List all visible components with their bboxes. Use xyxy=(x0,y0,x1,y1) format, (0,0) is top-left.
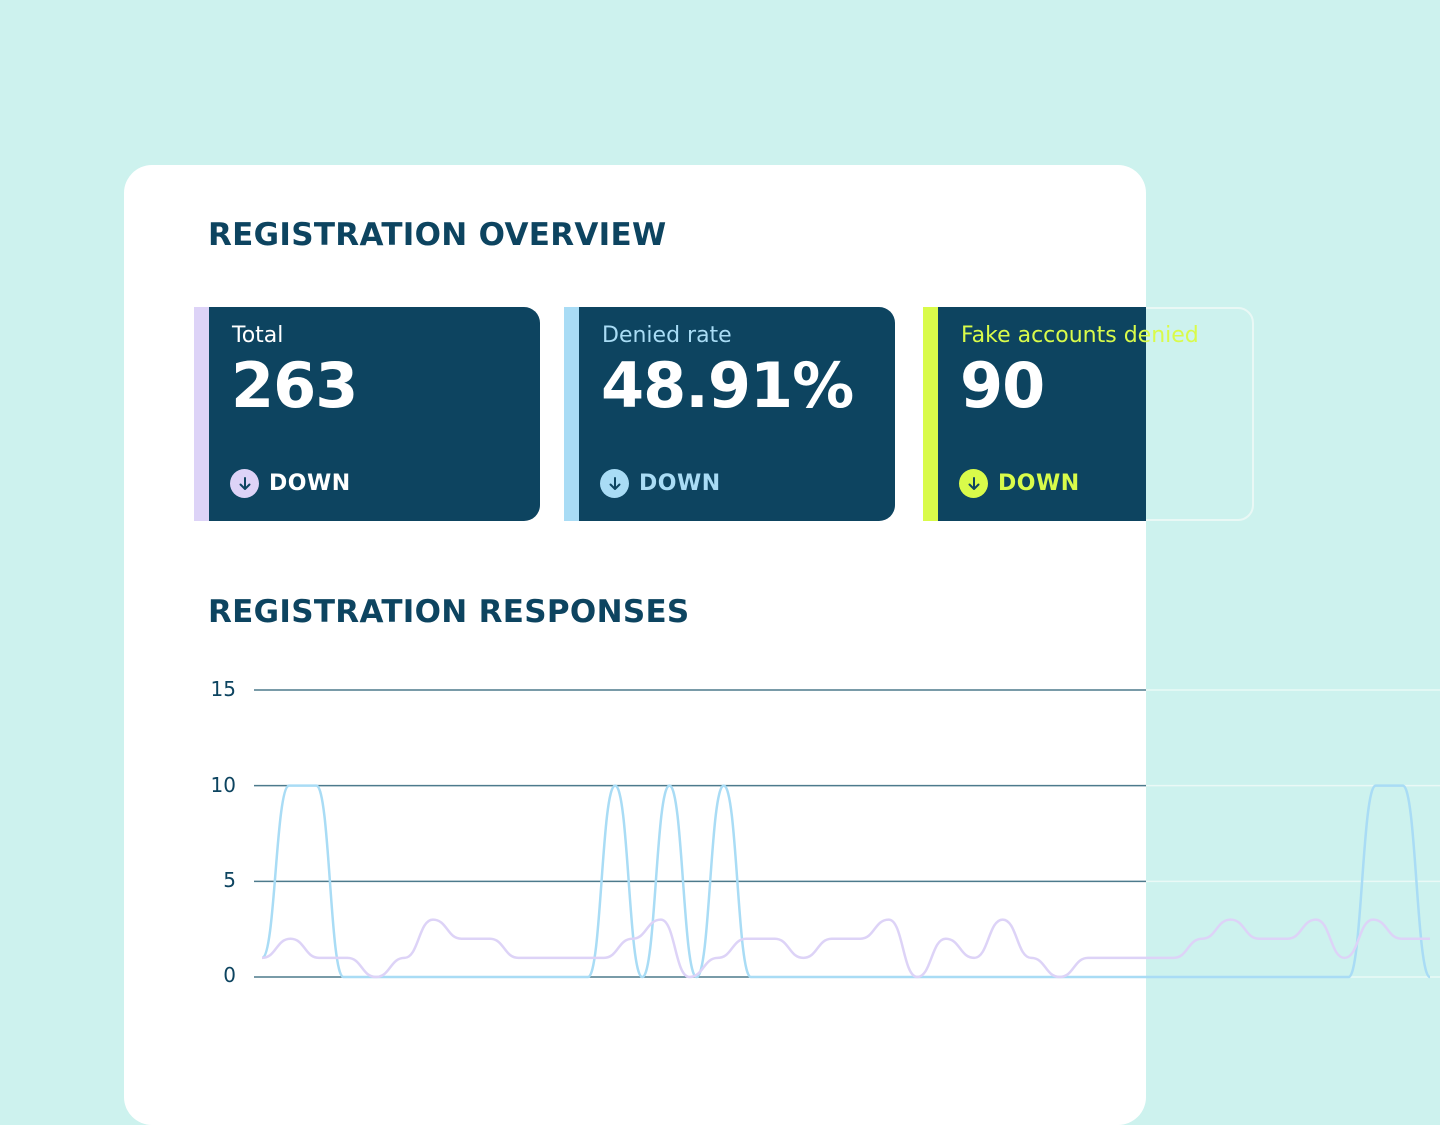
registration-responses-chart xyxy=(0,0,1440,1080)
series-line-2 xyxy=(262,920,1430,977)
